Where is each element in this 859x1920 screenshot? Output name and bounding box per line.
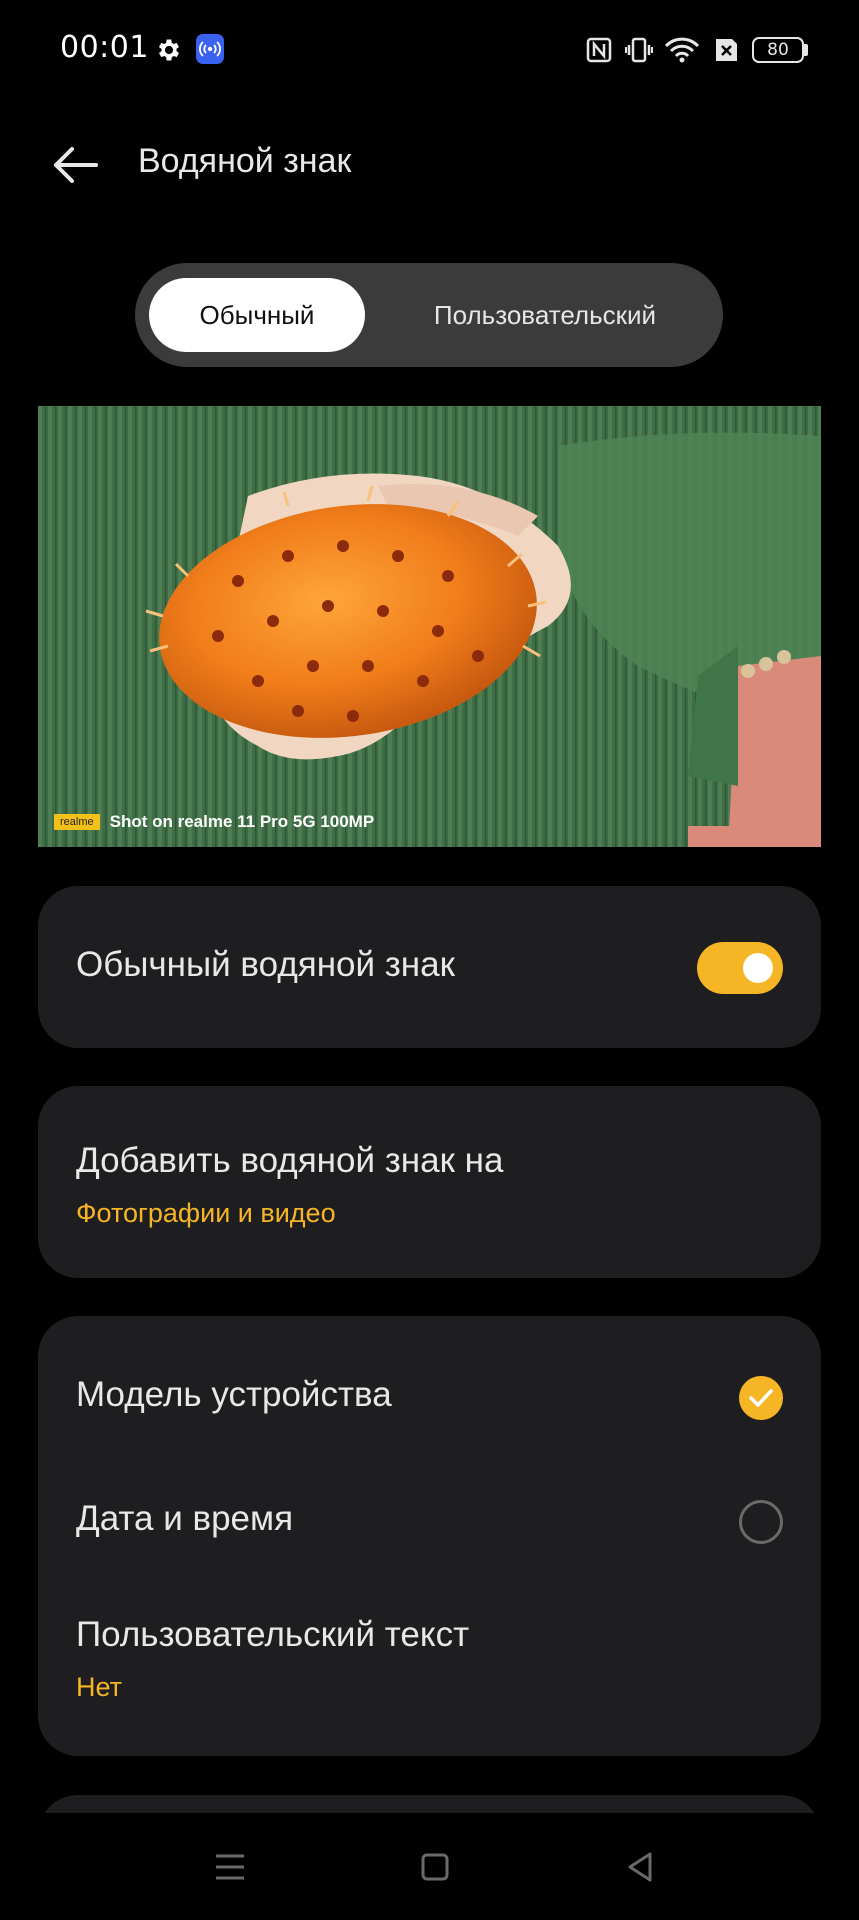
custom-text-label: Пользовательский текст bbox=[76, 1615, 470, 1654]
status-bar: 00:01 80 bbox=[0, 0, 859, 100]
date-time-label: Дата и время bbox=[76, 1499, 294, 1538]
watermark-options-card: Модель устройства Дата и время Пользоват… bbox=[38, 1316, 821, 1756]
tab-switcher: Обычный Пользовательский bbox=[135, 263, 723, 367]
header: Водяной знак bbox=[0, 120, 859, 210]
page-title: Водяной знак bbox=[138, 142, 352, 180]
wifi-icon bbox=[664, 37, 700, 63]
watermark-settings-screen: 00:01 80 Водяной знак Обычный Пользовате… bbox=[0, 0, 859, 1920]
back-nav-icon[interactable] bbox=[620, 1847, 660, 1887]
battery-level: 80 bbox=[767, 40, 789, 60]
vibrate-icon bbox=[625, 37, 653, 63]
standard-watermark-label: Обычный водяной знак bbox=[76, 945, 455, 984]
battery-icon: 80 bbox=[752, 37, 804, 63]
hotspot-icon bbox=[196, 34, 224, 64]
standard-watermark-card[interactable]: Обычный водяной знак bbox=[38, 886, 821, 1048]
status-time: 00:01 bbox=[60, 30, 149, 65]
add-watermark-card[interactable]: Добавить водяной знак на Фотографии и ви… bbox=[38, 1086, 821, 1278]
add-watermark-value: Фотографии и видео bbox=[76, 1198, 336, 1228]
date-time-checkbox[interactable] bbox=[739, 1500, 783, 1544]
home-icon[interactable] bbox=[415, 1847, 455, 1887]
battery-cap bbox=[804, 44, 808, 56]
watermark-overlay: realme Shot on realme 11 Pro 5G 100MP bbox=[54, 810, 374, 834]
add-watermark-label: Добавить водяной знак на bbox=[76, 1141, 504, 1180]
gear-icon bbox=[158, 39, 180, 61]
standard-watermark-toggle[interactable] bbox=[697, 942, 783, 994]
custom-text-value: Нет bbox=[76, 1672, 122, 1702]
tab-standard[interactable]: Обычный bbox=[149, 278, 365, 352]
toggle-knob bbox=[743, 953, 773, 983]
navigation-bar bbox=[0, 1813, 859, 1920]
device-model-checkbox[interactable] bbox=[739, 1376, 783, 1420]
recent-apps-icon[interactable] bbox=[210, 1847, 250, 1887]
watermark-text: Shot on realme 11 Pro 5G 100MP bbox=[109, 812, 375, 831]
watermark-preview-image: realme Shot on realme 11 Pro 5G 100MP bbox=[38, 406, 821, 847]
nfc-icon bbox=[586, 37, 612, 63]
back-button[interactable] bbox=[50, 142, 100, 188]
device-model-label: Модель устройства bbox=[76, 1375, 392, 1414]
tab-custom[interactable]: Пользовательский bbox=[385, 278, 705, 352]
realme-logo: realme bbox=[54, 814, 100, 830]
no-sim-icon bbox=[716, 39, 737, 61]
